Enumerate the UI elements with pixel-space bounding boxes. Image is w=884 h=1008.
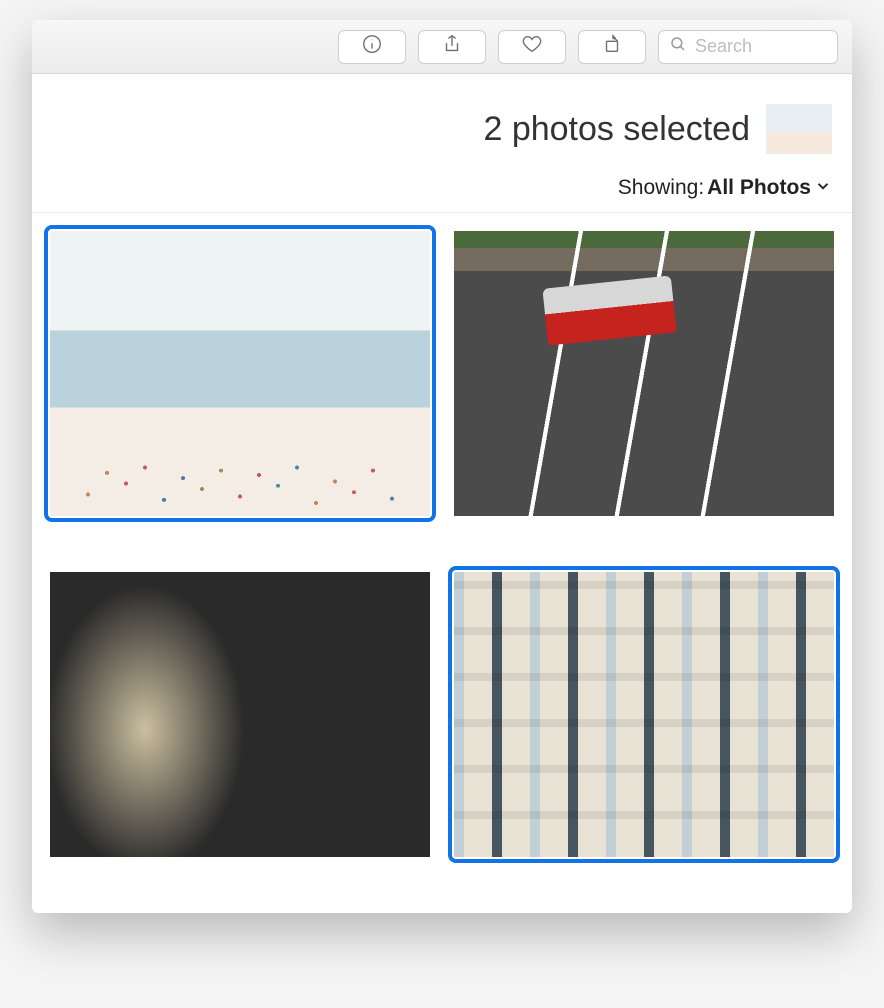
header-top: 2 photos selected xyxy=(52,104,832,154)
photo-item[interactable] xyxy=(50,231,430,516)
search-field[interactable] xyxy=(658,30,838,64)
photo-item[interactable] xyxy=(454,231,834,516)
favorite-button[interactable] xyxy=(498,30,566,64)
filter-dropdown[interactable]: Showing: All Photos xyxy=(52,176,832,200)
selection-count: 2 photos selected xyxy=(483,110,750,149)
chevron-down-icon xyxy=(814,177,832,200)
filter-label: Showing: xyxy=(618,176,704,200)
filter-value: All Photos xyxy=(707,176,811,200)
photo-item[interactable] xyxy=(454,572,834,857)
search-icon xyxy=(669,35,687,58)
selection-thumbnail xyxy=(766,104,832,154)
toolbar-button-group xyxy=(338,30,646,64)
share-button[interactable] xyxy=(418,30,486,64)
photo-item[interactable] xyxy=(50,572,430,857)
header: 2 photos selected Showing: All Photos xyxy=(32,74,852,213)
photos-window: 2 photos selected Showing: All Photos xyxy=(32,20,852,913)
rotate-icon xyxy=(601,33,623,60)
rotate-button[interactable] xyxy=(578,30,646,64)
info-icon xyxy=(361,33,383,60)
photo-grid xyxy=(32,213,852,913)
info-button[interactable] xyxy=(338,30,406,64)
toolbar xyxy=(32,20,852,74)
heart-icon xyxy=(521,33,543,60)
search-input[interactable] xyxy=(695,36,827,57)
share-icon xyxy=(441,33,463,60)
